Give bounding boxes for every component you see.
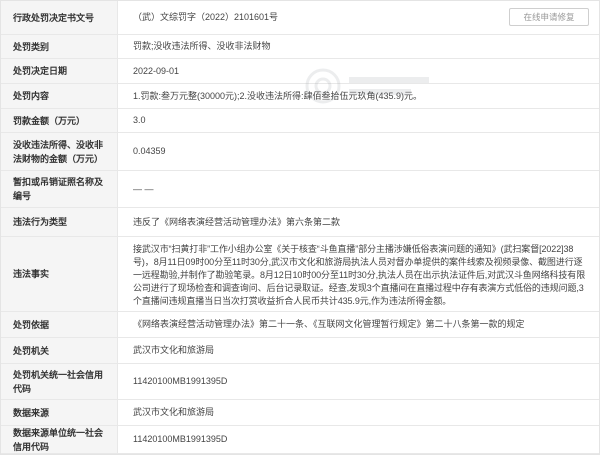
value-confiscation-amount: 0.04359 bbox=[133, 146, 166, 156]
value-violation-type: 违反了《网络表演经营活动管理办法》第六条第二款 bbox=[133, 216, 341, 227]
value-penalty-basis: 《网络表演经营活动管理办法》第二十一条、《互联网文化管理暂行规定》第二十八条第一… bbox=[133, 319, 525, 329]
row-violation-type: 违法行为类型 违反了《网络表演经营活动管理办法》第六条第二款 bbox=[1, 208, 599, 237]
label-confiscation-amount: 没收违法所得、没收非法财物的金额（万元） bbox=[1, 133, 118, 170]
label-decision-date: 处罚决定日期 bbox=[1, 59, 118, 83]
value-license-revoked: — — bbox=[133, 183, 154, 194]
row-data-source: 数据来源 武汉市文化和旅游局 bbox=[1, 400, 599, 426]
label-license-revoked: 暂扣或吊销证照名称及编号 bbox=[1, 171, 118, 207]
label-decision-number: 行政处罚决定书文号 bbox=[1, 1, 118, 34]
row-penalty-basis: 处罚依据 《网络表演经营活动管理办法》第二十一条、《互联网文化管理暂行规定》第二… bbox=[1, 312, 599, 338]
value-penalty-authority: 武汉市文化和旅游局 bbox=[133, 345, 215, 355]
row-violation-facts: 违法事实 接武汉市“扫黄打非”工作小组办公室《关于核查“斗鱼直播”部分主播涉嫌低… bbox=[1, 237, 599, 312]
value-data-source: 武汉市文化和旅游局 bbox=[133, 407, 215, 417]
penalty-detail-table: 行政处罚决定书文号 （武）文综罚字（2022）2101601号 处罚类别 罚款;… bbox=[0, 0, 600, 455]
value-penalty-content: 1.罚款:叁万元整(30000元);2.没收违法所得:肆佰叁拾伍元玖角(435.… bbox=[133, 90, 423, 101]
value-decision-date: 2022-09-01 bbox=[133, 65, 180, 76]
row-authority-credit-code: 处罚机关统一社会信用代码 11420100MB1991395D bbox=[1, 364, 599, 400]
label-authority-credit-code: 处罚机关统一社会信用代码 bbox=[1, 364, 118, 399]
row-penalty-authority: 处罚机关 武汉市文化和旅游局 bbox=[1, 338, 599, 364]
label-violation-facts: 违法事实 bbox=[1, 237, 118, 311]
value-fine-amount: 3.0 bbox=[133, 115, 146, 125]
label-data-source: 数据来源 bbox=[1, 400, 118, 425]
row-source-credit-code: 数据来源单位统一社会信用代码 11420100MB1991395D bbox=[1, 426, 599, 454]
value-violation-facts: 接武汉市“扫黄打非”工作小组办公室《关于核查“斗鱼直播”部分主播涉嫌低俗表演问题… bbox=[133, 244, 586, 306]
label-penalty-authority: 处罚机关 bbox=[1, 338, 118, 363]
label-penalty-basis: 处罚依据 bbox=[1, 312, 118, 337]
label-penalty-content: 处罚内容 bbox=[1, 84, 118, 108]
value-penalty-category: 罚款;没收违法所得、没收非法财物 bbox=[133, 41, 271, 51]
row-fine-amount: 罚款金额（万元） 3.0 bbox=[1, 109, 599, 133]
label-penalty-category: 处罚类别 bbox=[1, 35, 118, 58]
online-repair-button[interactable]: 在线申请修复 bbox=[509, 8, 589, 26]
label-source-credit-code: 数据来源单位统一社会信用代码 bbox=[1, 426, 118, 453]
value-authority-credit-code: 11420100MB1991395D bbox=[133, 376, 228, 386]
label-fine-amount: 罚款金额（万元） bbox=[1, 109, 118, 132]
row-confiscation-amount: 没收违法所得、没收非法财物的金额（万元） 0.04359 bbox=[1, 133, 599, 171]
label-violation-type: 违法行为类型 bbox=[1, 208, 118, 236]
row-penalty-content: 处罚内容 1.罚款:叁万元整(30000元);2.没收违法所得:肆佰叁拾伍元玖角… bbox=[1, 84, 599, 109]
row-decision-date: 处罚决定日期 2022-09-01 bbox=[1, 59, 599, 84]
value-source-credit-code: 11420100MB1991395D bbox=[133, 434, 228, 444]
row-license-revoked: 暂扣或吊销证照名称及编号 — — bbox=[1, 171, 599, 208]
row-penalty-category: 处罚类别 罚款;没收违法所得、没收非法财物 bbox=[1, 35, 599, 59]
